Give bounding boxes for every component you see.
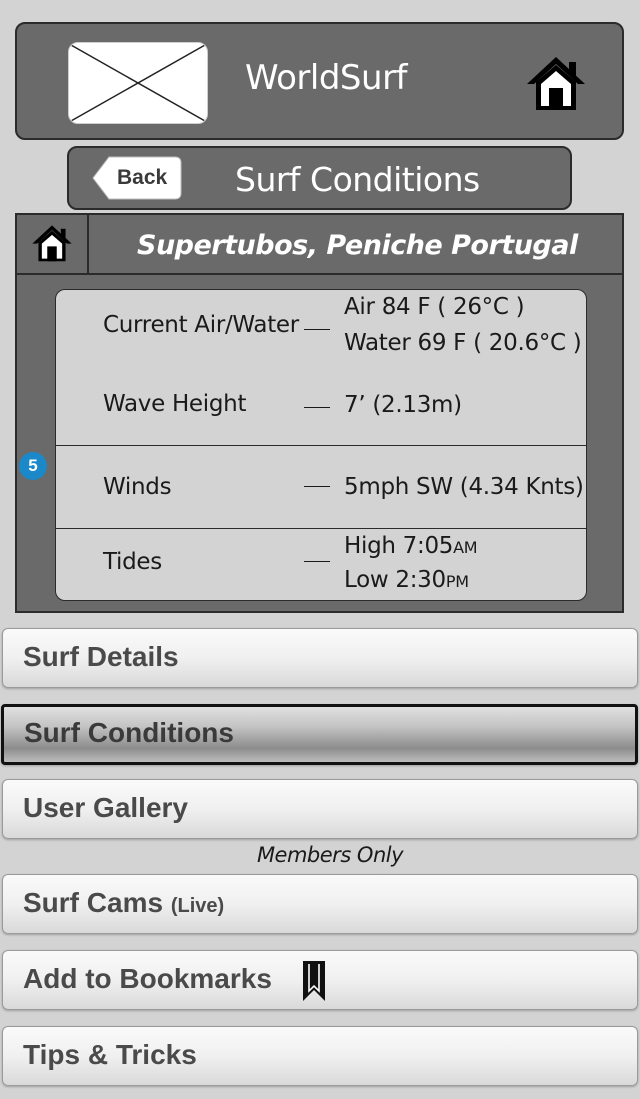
conditions-panel: Supertubos, Peniche Portugal 5 Current A… <box>15 213 624 613</box>
back-button[interactable]: Back <box>91 155 183 201</box>
tide-low-value: Low 2:30PM <box>344 567 469 593</box>
winds-value: 5mph SW (4.34 Knts) <box>344 474 584 500</box>
tips-tricks-button[interactable]: Tips & Tricks <box>2 1026 638 1086</box>
air-water-label: Current Air/Water <box>103 312 299 338</box>
surf-cams-button[interactable]: Surf Cams (Live) <box>2 874 638 934</box>
tips-tricks-label: Tips & Tricks <box>23 1039 197 1070</box>
back-button-label: Back <box>117 166 168 189</box>
dash-divider <box>304 486 330 487</box>
user-gallery-button[interactable]: User Gallery <box>2 779 638 839</box>
wave-height-label: Wave Height <box>103 391 247 417</box>
surf-details-label: Surf Details <box>23 641 179 672</box>
bookmark-icon <box>303 961 325 1001</box>
add-to-bookmarks-button[interactable]: Add to Bookmarks <box>2 950 638 1010</box>
conditions-row-temperature-wave: Current Air/Water Air 84 F ( 26°C ) Wate… <box>56 290 586 446</box>
members-only-note: Members Only <box>256 843 404 867</box>
home-icon <box>32 225 72 262</box>
subheader-bar: Back Surf Conditions <box>67 146 572 210</box>
home-icon[interactable] <box>525 54 587 112</box>
wave-height-value: 7’ (2.13m) <box>344 392 462 418</box>
live-tag: (Live) <box>170 895 225 917</box>
location-bar: Supertubos, Peniche Portugal <box>17 215 622 275</box>
dash-divider <box>304 407 330 408</box>
add-to-bookmarks-label: Add to Bookmarks <box>23 963 272 994</box>
air-value: Air 84 F ( 26°C ) <box>344 294 525 320</box>
surf-cams-label: Surf Cams (Live) <box>23 887 225 918</box>
dash-divider <box>304 561 330 562</box>
count-badge: 5 <box>19 452 47 480</box>
app-title: WorldSurf <box>245 58 408 98</box>
surf-details-button[interactable]: Surf Details <box>2 628 638 688</box>
panel-home-button[interactable] <box>17 215 89 275</box>
logo-image-placeholder-icon <box>68 42 208 124</box>
page-title: Surf Conditions <box>235 160 480 199</box>
conditions-row-tides: Tides High 7:05AM Low 2:30PM <box>56 529 586 600</box>
user-gallery-label: User Gallery <box>23 792 188 823</box>
surf-conditions-button[interactable]: Surf Conditions <box>1 704 638 765</box>
tides-label: Tides <box>103 549 162 575</box>
winds-label: Winds <box>103 474 172 500</box>
app-header: WorldSurf <box>15 22 624 140</box>
tide-high-value: High 7:05AM <box>344 533 478 559</box>
water-value: Water 69 F ( 20.6°C ) <box>344 330 582 356</box>
dash-divider <box>304 329 330 330</box>
conditions-card: Current Air/Water Air 84 F ( 26°C ) Wate… <box>55 289 587 601</box>
location-title: Supertubos, Peniche Portugal <box>137 230 578 261</box>
conditions-row-winds: Winds 5mph SW (4.34 Knts) <box>56 446 586 529</box>
surf-conditions-label: Surf Conditions <box>24 717 234 748</box>
